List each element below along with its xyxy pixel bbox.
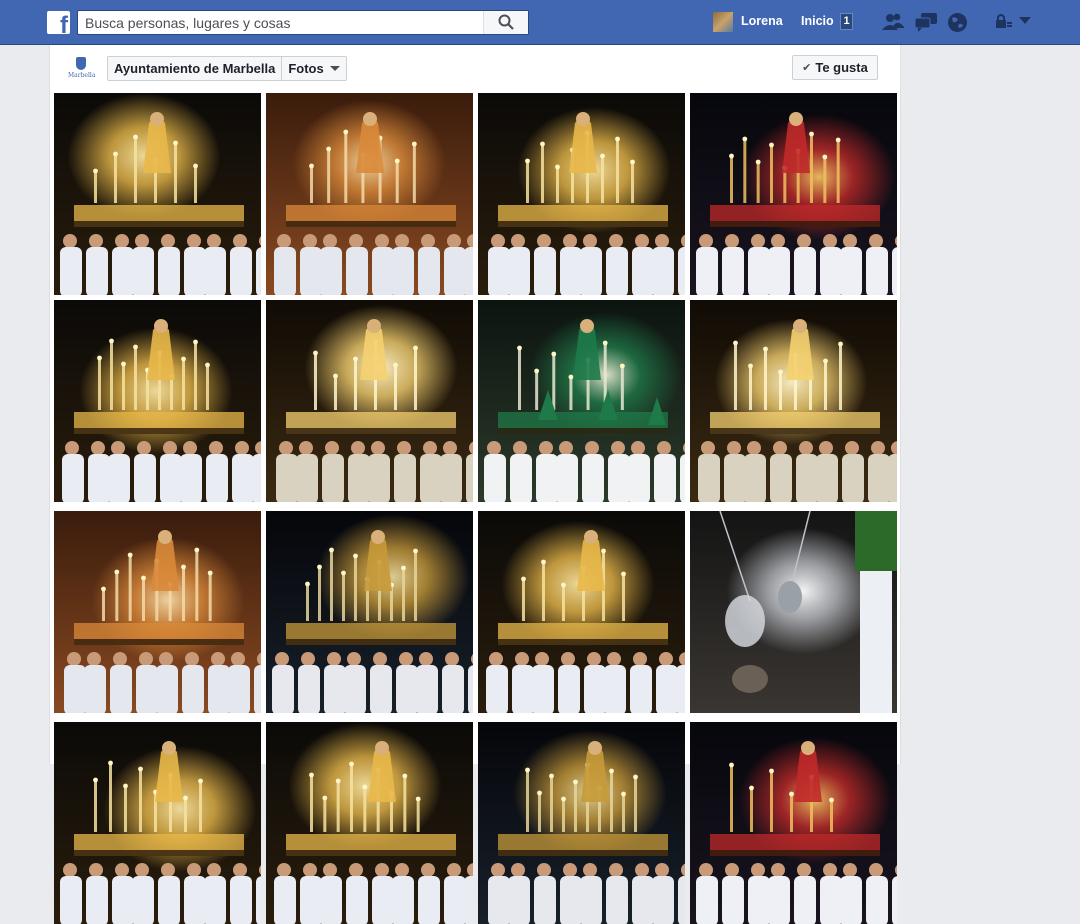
- facebook-logo-icon[interactable]: f: [47, 11, 70, 34]
- search-bar: [77, 10, 529, 35]
- photo-thumbnail[interactable]: [54, 511, 261, 713]
- check-icon: ✔: [802, 62, 812, 74]
- photo-thumbnail[interactable]: [690, 93, 897, 295]
- photo-thumbnail[interactable]: [266, 511, 473, 713]
- photo-thumbnail[interactable]: [266, 300, 473, 502]
- like-page-button[interactable]: ✔ Te gusta: [792, 55, 878, 80]
- photo-thumbnail[interactable]: [54, 722, 261, 924]
- breadcrumb: Ayuntamiento de Marbella Fotos: [107, 56, 347, 81]
- user-name-link[interactable]: Lorena: [741, 14, 783, 28]
- search-icon: [498, 14, 514, 30]
- photos-page-content: Marbella Ayuntamiento de Marbella Fotos …: [49, 45, 901, 924]
- page-logo-caption: Marbella: [68, 72, 96, 79]
- photo-thumbnail[interactable]: [266, 722, 473, 924]
- search-input[interactable]: [78, 11, 483, 34]
- privacy-lock-icon[interactable]: [994, 12, 1014, 30]
- account-caret-icon[interactable]: [1019, 17, 1031, 25]
- like-button-label: Te gusta: [815, 60, 868, 75]
- friends-icon[interactable]: [881, 12, 905, 32]
- photo-thumbnail[interactable]: [478, 93, 685, 295]
- photo-thumbnail[interactable]: [478, 300, 685, 502]
- photo-thumbnail[interactable]: [690, 511, 897, 713]
- home-link[interactable]: Inicio: [801, 14, 834, 28]
- breadcrumb-page-link[interactable]: Ayuntamiento de Marbella: [108, 57, 283, 80]
- breadcrumb-section-label: Fotos: [288, 61, 324, 76]
- home-count-badge: 1: [840, 13, 853, 30]
- top-navigation-bar: f Lorena Inicio 1: [0, 0, 1080, 45]
- chevron-down-icon: [329, 66, 340, 71]
- breadcrumb-section-dropdown[interactable]: Fotos: [282, 57, 345, 80]
- photo-thumbnail[interactable]: [690, 722, 897, 924]
- photo-thumbnail[interactable]: [478, 511, 685, 713]
- notifications-globe-icon[interactable]: [947, 12, 968, 33]
- photo-thumbnail[interactable]: [54, 300, 261, 502]
- photo-thumbnail[interactable]: [478, 722, 685, 924]
- photo-thumbnail[interactable]: [266, 93, 473, 295]
- photo-thumbnail[interactable]: [54, 93, 261, 295]
- crest-icon: [76, 57, 86, 70]
- page-logo[interactable]: Marbella: [68, 57, 96, 82]
- messages-icon[interactable]: [914, 12, 938, 32]
- search-button[interactable]: [483, 11, 528, 34]
- photo-thumbnail[interactable]: [690, 300, 897, 502]
- user-avatar[interactable]: [713, 12, 733, 32]
